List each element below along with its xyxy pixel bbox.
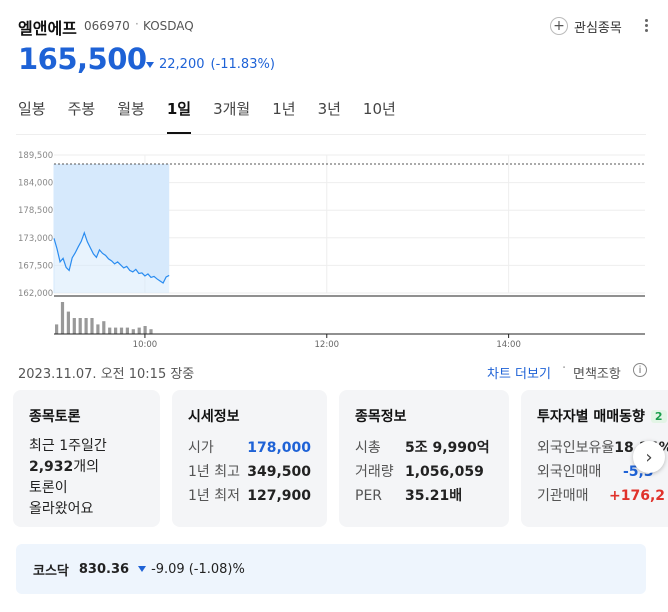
- volume-bar: [55, 324, 59, 334]
- volume-bar: [108, 327, 112, 334]
- card-title: 종목토론: [29, 409, 81, 425]
- timestamp: 2023.11.07. 오전 10:15 장중: [18, 367, 195, 382]
- chevron-right-icon: ›: [645, 446, 653, 468]
- index-change-percent: (-1.08)%: [188, 561, 245, 577]
- stock-info-card[interactable]: 종목정보 시총 5조 9,990억 거래량 1,056,059 PER 35.21배: [339, 390, 509, 527]
- tab-monthly[interactable]: 월봉: [117, 98, 145, 134]
- investor-label: 외국인매매: [537, 464, 602, 480]
- volume-bar: [78, 318, 82, 334]
- institution-net-trade: +176,2: [608, 488, 665, 504]
- quote-label: 1년 최저: [188, 488, 240, 504]
- volume: 1,056,059: [405, 464, 484, 480]
- quote-label: 시가: [188, 440, 214, 456]
- discussion-card[interactable]: 종목토론 최근 1주일간 2,932개의 토론이 올라왔어요: [13, 390, 160, 527]
- volume-bar: [96, 324, 100, 334]
- intraday-chart[interactable]: 189,500 184,000 178,500 173,000 167,500 162,0…: [0, 140, 668, 355]
- y-tick-label: 189,500: [18, 151, 53, 161]
- tab-10year[interactable]: 10년: [363, 98, 396, 134]
- volume-bar: [84, 318, 88, 334]
- tab-1year[interactable]: 1년: [272, 98, 295, 134]
- volume-bar: [60, 302, 65, 334]
- investor-label: 기관매매: [537, 488, 589, 504]
- kosdaq-index-bar[interactable]: 코스닥 830.36 -9.09 (-1.08)%: [16, 544, 646, 594]
- card-title: 종목정보: [355, 409, 407, 425]
- x-tick-label: 10:00: [133, 340, 158, 350]
- y-tick-label: 178,500: [18, 206, 53, 216]
- discussion-line: 토론이: [29, 480, 68, 496]
- plus-icon: +: [550, 17, 568, 35]
- discussion-count-suffix: 개의: [73, 459, 100, 475]
- discussion-count: 2,932: [29, 459, 74, 475]
- info-label: 거래량: [355, 464, 394, 480]
- quote-card[interactable]: 시세정보 시가 178,000 1년 최고 349,500 1년 최저 127,900: [172, 390, 327, 527]
- change-amount: 22,200: [159, 57, 205, 72]
- stock-name: 엘앤에프: [18, 19, 77, 38]
- tab-daily[interactable]: 일봉: [18, 98, 46, 134]
- separator-dot: ·: [135, 17, 139, 31]
- volume-bar: [102, 321, 106, 334]
- more-chart-link[interactable]: 차트 더보기: [487, 363, 551, 382]
- market-cap: 5조 9,990억: [405, 440, 490, 456]
- disclaimer-link[interactable]: 면책조항: [573, 363, 621, 382]
- volume-bar: [125, 327, 129, 334]
- volume-bar: [66, 311, 70, 334]
- y-tick-label: 167,500: [18, 261, 53, 271]
- change-percent: (-11.83%): [210, 57, 275, 72]
- year-high: 349,500: [247, 464, 311, 480]
- market-name: KOSDAQ: [143, 19, 194, 33]
- watchlist-label: 관심종목: [574, 20, 622, 36]
- separator-dot: ·: [562, 361, 567, 376]
- current-price: 165,500: [18, 42, 147, 76]
- info-label: PER: [355, 488, 383, 504]
- year-low: 127,900: [247, 488, 311, 504]
- volume-bar: [131, 329, 135, 334]
- tab-3year[interactable]: 3년: [318, 98, 341, 134]
- y-tick-label: 162,000: [18, 289, 53, 299]
- x-tick-label: 14:00: [496, 340, 521, 350]
- tabs-divider: [16, 134, 646, 135]
- volume-bar: [149, 329, 153, 334]
- discussion-line: 올라왔어요: [29, 501, 94, 517]
- volume-bar: [90, 318, 94, 334]
- volume-bar: [119, 327, 124, 334]
- index-value: 830.36: [78, 561, 130, 577]
- stock-code: 066970: [84, 19, 130, 33]
- period-tabs: 일봉 주봉 월봉 1일 3개월 1년 3년 10년: [18, 98, 418, 134]
- card-title: 투자자별 매매동향: [537, 409, 645, 425]
- discussion-line: 최근 1주일간: [29, 438, 107, 454]
- y-tick-label: 184,000: [18, 179, 53, 189]
- count-badge: 2: [650, 409, 667, 423]
- card-title: 시세정보: [188, 409, 240, 425]
- investor-label: 외국인보유율: [537, 440, 615, 456]
- x-tick-label: 12:00: [315, 340, 340, 350]
- tab-1day[interactable]: 1일: [166, 98, 192, 134]
- volume-bar: [114, 327, 118, 334]
- tab-3month[interactable]: 3개월: [213, 98, 250, 134]
- open-price: 178,000: [247, 440, 311, 456]
- y-tick-label: 173,000: [18, 234, 53, 244]
- quote-label: 1년 최고: [188, 464, 240, 480]
- volume-bar: [72, 318, 76, 334]
- down-triangle-icon: [146, 61, 154, 68]
- down-triangle-icon: [138, 566, 147, 572]
- price-change: 22,200 (-11.83%): [146, 57, 275, 72]
- more-options-icon[interactable]: [642, 15, 650, 35]
- per: 35.21배: [405, 488, 463, 504]
- index-name: 코스닥: [33, 563, 69, 579]
- index-change: -9.09: [151, 561, 185, 577]
- volume-bar: [137, 327, 141, 334]
- add-to-watchlist-button[interactable]: + 관심종목: [550, 15, 622, 37]
- next-cards-button[interactable]: ›: [633, 441, 665, 473]
- info-label: 시총: [355, 440, 381, 456]
- volume-bar: [143, 326, 147, 334]
- info-icon[interactable]: i: [633, 363, 647, 377]
- tab-weekly[interactable]: 주봉: [68, 98, 96, 134]
